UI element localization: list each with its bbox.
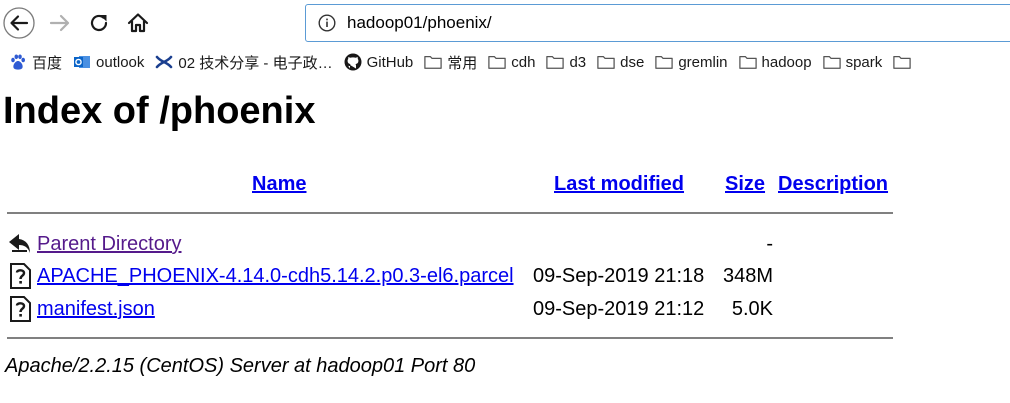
unknown-file-icon: [10, 296, 31, 322]
file-size: 348M: [722, 265, 773, 287]
page-title: Index of /phoenix: [3, 90, 316, 132]
folder-icon: [655, 53, 674, 71]
info-icon[interactable]: [318, 14, 336, 32]
home-button[interactable]: [122, 7, 154, 39]
bookmark-folder-hadoop[interactable]: hadoop: [736, 50, 815, 74]
folder-icon: [822, 53, 841, 71]
bookmark-baidu[interactable]: 百度: [6, 50, 65, 74]
column-name-link[interactable]: Name: [252, 173, 306, 196]
file-date: 09-Sep-2019 21:12: [533, 298, 705, 320]
footer-divider: [7, 337, 893, 339]
bookmark-label: hadoop: [761, 53, 812, 71]
outlook-icon: [73, 53, 91, 71]
bookmark-folder-dse[interactable]: dse: [594, 50, 647, 74]
back-arrow-icon: [3, 7, 35, 39]
column-description-link[interactable]: Description: [778, 173, 888, 196]
back-button[interactable]: [3, 7, 35, 39]
bookmark-folder-d3[interactable]: d3: [543, 50, 589, 74]
home-icon: [127, 13, 149, 33]
bookmark-label: 02 技术分享 - 电子政…: [178, 54, 333, 72]
header-divider: [7, 212, 893, 214]
forward-arrow-icon: [49, 14, 70, 32]
confluence-icon: [155, 53, 173, 71]
bookmark-label: cdh: [511, 53, 536, 71]
back-icon: [9, 234, 30, 253]
url-text[interactable]: hadoop01/phoenix/: [347, 13, 492, 33]
reload-icon: [90, 14, 108, 32]
column-last-modified-link[interactable]: Last modified: [554, 173, 684, 196]
file-link[interactable]: APACHE_PHOENIX-4.14.0-cdh5.14.2.p0.3-el6…: [37, 265, 514, 288]
column-size-link[interactable]: Size: [725, 173, 765, 196]
reload-button[interactable]: [83, 7, 115, 39]
bookmark-label: d3: [569, 53, 587, 71]
file-date: 09-Sep-2019 21:18: [533, 265, 705, 287]
bookmark-label: gremlin: [678, 53, 728, 71]
bookmark-tech-share[interactable]: 02 技术分享 - 电子政…: [152, 50, 335, 74]
folder-icon: [738, 53, 757, 71]
github-icon: [344, 53, 362, 71]
bookmark-label: 常用: [447, 54, 478, 72]
bookmark-label: dse: [620, 53, 645, 71]
bookmark-github[interactable]: GitHub: [341, 50, 417, 74]
file-size: -: [766, 233, 773, 255]
folder-icon: [546, 53, 565, 71]
bookmarks-bar: 百度 outlook 02 技术分享 - 电子政… GitHub 常用 cdh …: [0, 46, 1010, 78]
bookmark-label: outlook: [96, 53, 145, 71]
bookmark-label: GitHub: [366, 53, 414, 71]
server-signature: Apache/2.2.15 (CentOS) Server at hadoop0…: [5, 355, 476, 377]
folder-icon: [893, 53, 912, 71]
bookmark-outlook[interactable]: outlook: [70, 50, 147, 74]
bookmark-label: spark: [845, 53, 883, 71]
baidu-icon: [9, 53, 27, 71]
url-path: phoenix/: [427, 13, 492, 32]
unknown-file-icon: [10, 263, 31, 289]
folder-icon: [424, 53, 442, 71]
bookmark-label: 百度: [32, 54, 63, 72]
bookmark-folder-spark[interactable]: spark: [820, 50, 886, 74]
bookmark-folder-gremlin[interactable]: gremlin: [652, 50, 730, 74]
bookmark-folder-overflow[interactable]: [890, 50, 919, 74]
folder-icon: [597, 53, 615, 71]
parent-directory-link[interactable]: Parent Directory: [37, 233, 182, 256]
bookmark-folder-cdh[interactable]: cdh: [485, 50, 538, 74]
address-bar[interactable]: hadoop01/phoenix/: [305, 4, 1010, 42]
forward-button[interactable]: [44, 7, 76, 39]
file-link[interactable]: manifest.json: [37, 298, 155, 321]
browser-toolbar: hadoop01/phoenix/: [0, 0, 1010, 46]
url-host: hadoop01/: [347, 13, 428, 32]
file-size: 5.0K: [731, 298, 773, 320]
folder-icon: [488, 53, 507, 71]
bookmark-folder-common[interactable]: 常用: [421, 50, 480, 74]
